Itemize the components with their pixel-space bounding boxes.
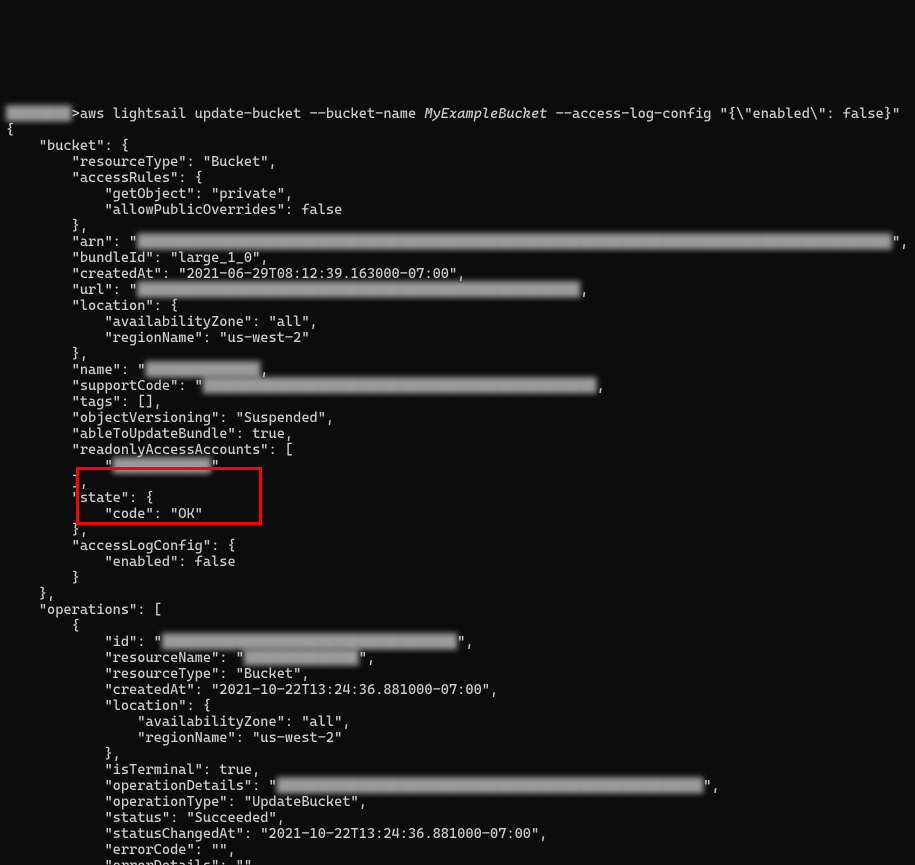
op-id-redacted: ████████████████████████████████████ [162, 634, 457, 650]
json-op-id-line: "id": "█████████████████████████████████… [6, 634, 474, 650]
terminal-output[interactable]: ████████>aws lightsail update-bucket --b… [0, 80, 915, 865]
json-get-object: "getObject": "private", [6, 186, 293, 202]
json-op-resourcetype: "resourceType": "Bucket", [6, 666, 310, 682]
json-name-line: "name": "██████████████, [6, 362, 269, 378]
json-op-createdat: "createdAt": "2021-10-22T13:24:36.881000… [6, 682, 498, 698]
bucket-name-arg: MyExampleBucket [424, 106, 547, 122]
json-bucket-close: }, [6, 586, 55, 602]
cmd-pre: >aws lightsail update-bucket --bucket-na… [72, 106, 425, 122]
url-redacted: ████████████████████████████████████████… [137, 282, 580, 298]
json-accesslog-open: "accessLogConfig": { [6, 538, 236, 554]
json-az: "availabilityZone": "all", [6, 314, 318, 330]
json-operations-open: "operations": [ [6, 602, 162, 618]
json-allow-public: "allowPublicOverrides": false [6, 202, 342, 218]
json-op-location-open: "location": { [6, 698, 211, 714]
json-op-type: "operationType": "UpdateBucket", [6, 794, 367, 810]
json-op-status: "status": "Succeeded", [6, 810, 285, 826]
json-support-code-line: "supportCode": "████████████████████████… [6, 378, 605, 394]
json-url-line: "url": "████████████████████████████████… [6, 282, 588, 298]
json-access-rules-open: "accessRules": { [6, 170, 203, 186]
json-op-statuschanged: "statusChangedAt": "2021-10-22T13:24:36.… [6, 826, 547, 842]
json-access-rules-close: }, [6, 218, 88, 234]
cmd-post: --access-log-config "{\"enabled\": false… [547, 106, 900, 122]
json-op-errordetails: "errorDetails": "" [6, 858, 252, 865]
json-bundle-id: "bundleId": "large_1_0", [6, 250, 269, 266]
json-tags: "tags": [], [6, 394, 162, 410]
json-op-region: "regionName": "us-west-2" [6, 730, 342, 746]
json-op-az: "availabilityZone": "all", [6, 714, 351, 730]
json-open: { [6, 122, 14, 138]
arn-redacted: ████████████████████████████████████████… [137, 234, 892, 250]
json-resource-type: "resourceType": "Bucket", [6, 154, 277, 170]
json-region: "regionName": "us-west-2" [6, 330, 310, 346]
readonly-redacted: ████████████ [113, 458, 211, 474]
json-able-to-update: "ableToUpdateBundle": true, [6, 426, 293, 442]
json-accesslog-close: } [6, 570, 80, 586]
json-op-details-line: "operationDetails": "███████████████████… [6, 778, 720, 794]
json-state-open: "state": { [6, 490, 154, 506]
json-accesslog-enabled: "enabled": false [6, 554, 236, 570]
json-created-at: "createdAt": "2021-06-29T08:12:39.163000… [6, 266, 465, 282]
op-resname-redacted: ██████████████ [244, 650, 359, 666]
json-arn-line: "arn": "████████████████████████████████… [6, 234, 908, 250]
command-line: ████████>aws lightsail update-bucket --b… [6, 106, 900, 122]
json-op-location-close: }, [6, 746, 121, 762]
op-details-redacted: ████████████████████████████████████████… [277, 778, 704, 794]
json-location-open: "location": { [6, 298, 178, 314]
prompt-redacted: ████████ [6, 106, 72, 122]
json-readonly-close: ], [6, 474, 88, 490]
json-state-code: "code": "OK" [6, 506, 203, 522]
json-op-resourcename-line: "resourceName": "██████████████", [6, 650, 375, 666]
json-state-close: }, [6, 522, 88, 538]
name-redacted: ██████████████ [145, 362, 260, 378]
json-readonly-open: "readonlyAccessAccounts": [ [6, 442, 293, 458]
json-op-isterminal: "isTerminal": true, [6, 762, 260, 778]
json-readonly-item: "████████████" [6, 458, 219, 474]
json-object-versioning: "objectVersioning": "Suspended", [6, 410, 334, 426]
json-location-close: }, [6, 346, 88, 362]
support-code-redacted: ████████████████████████████████████████… [203, 378, 597, 394]
json-op-errorcode: "errorCode": "", [6, 842, 236, 858]
json-bucket-open: "bucket": { [6, 138, 129, 154]
json-op-open: { [6, 618, 80, 634]
